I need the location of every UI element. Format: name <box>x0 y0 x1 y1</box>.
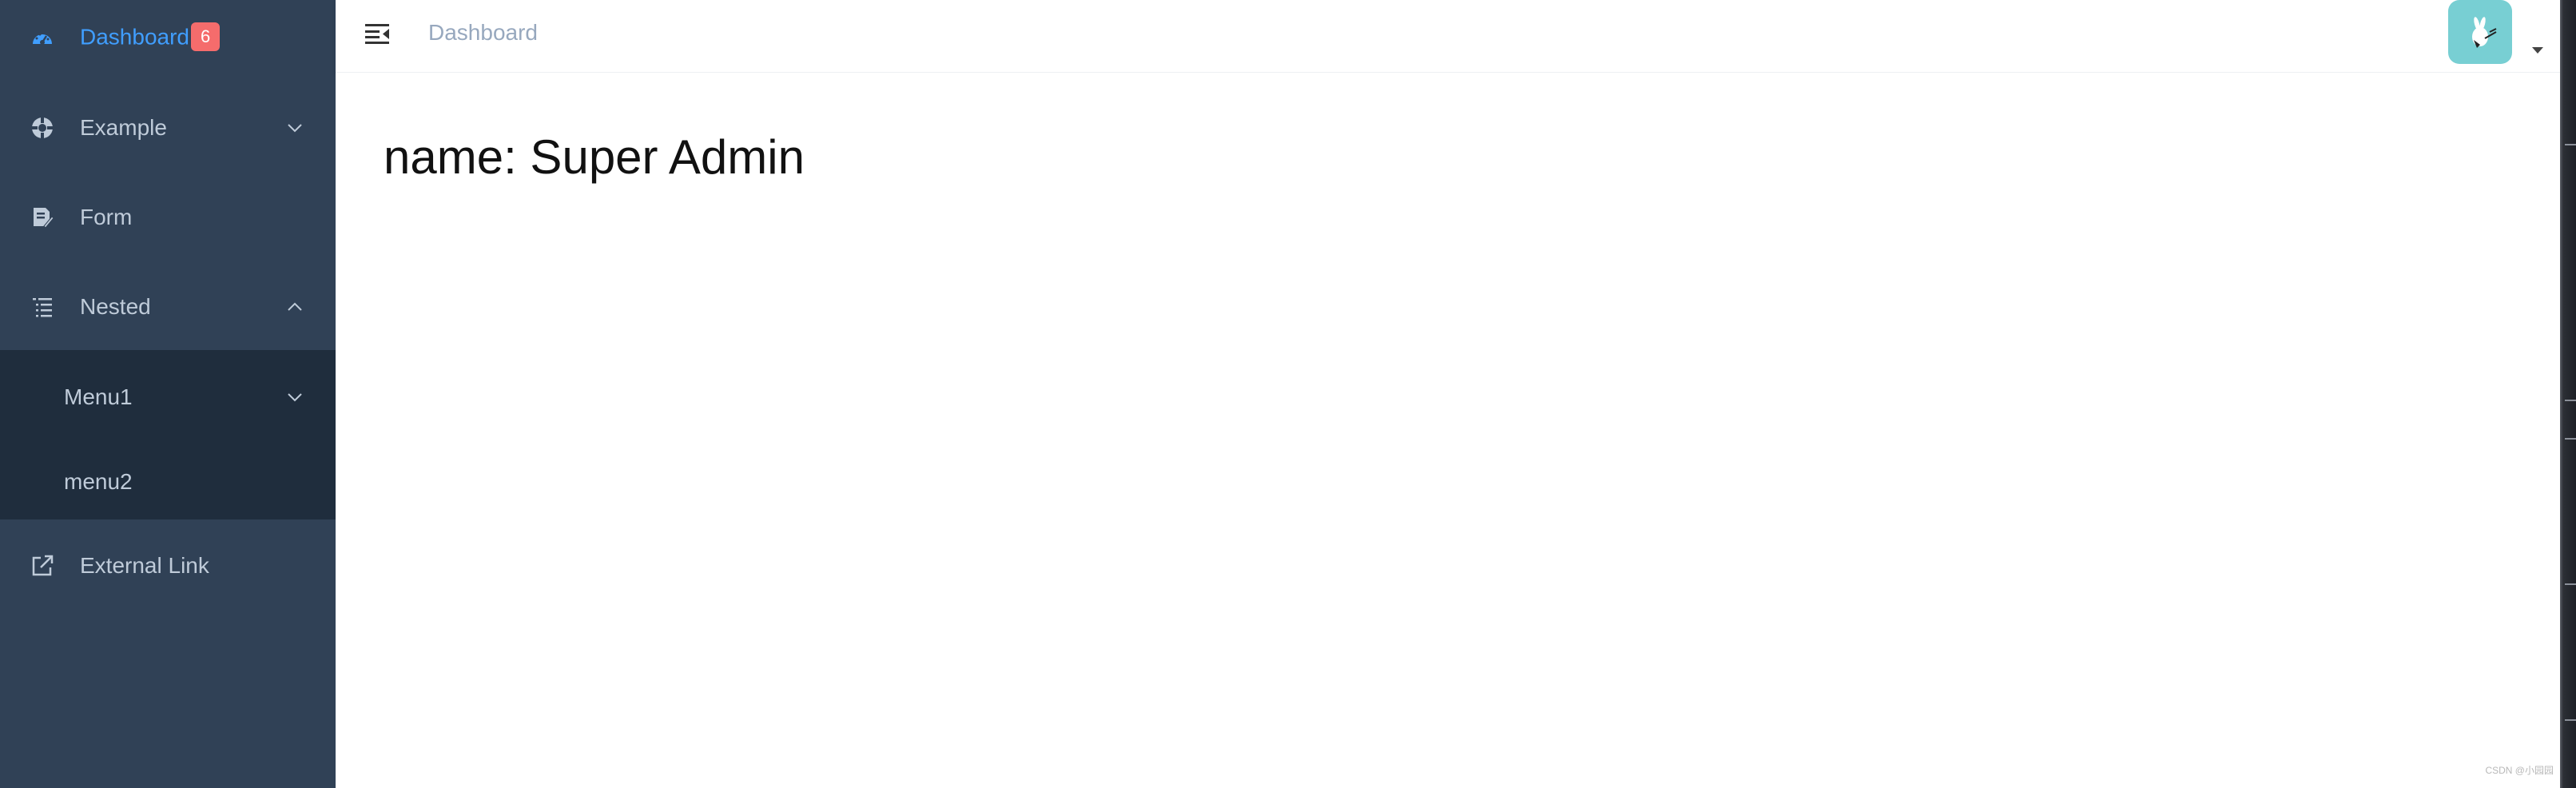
avatar[interactable] <box>2448 0 2512 64</box>
sidebar-item-dashboard[interactable]: Dashboard 6 <box>0 0 336 83</box>
sidebar-item-label: External Link <box>80 553 209 578</box>
sidebar-item-nested[interactable]: Nested <box>0 262 336 352</box>
sidebar-item-example[interactable]: Example <box>0 83 336 173</box>
breadcrumb[interactable]: Dashboard <box>428 19 538 46</box>
sidebar-item-label: Example <box>80 115 167 140</box>
edge-line <box>2565 583 2576 585</box>
sidebar-item-label: Dashboard 6 <box>80 22 221 53</box>
main-content: name: Super Admin <box>336 73 2560 788</box>
dashboard-icon <box>30 26 54 50</box>
app: Dashboard 6 Example Form Nested Menu1 me… <box>0 0 2576 788</box>
form-icon <box>30 205 54 229</box>
dashboard-text: name: Super Admin <box>384 130 805 184</box>
watermark: CSDN @小园园 <box>2485 765 2554 776</box>
nested-icon <box>30 295 54 319</box>
sidebar: Dashboard 6 Example Form Nested Menu1 me… <box>0 0 336 788</box>
submenu-item-label: menu2 <box>64 469 133 494</box>
example-icon <box>30 116 54 140</box>
breadcrumb-item[interactable]: Dashboard <box>428 20 538 45</box>
edge-line <box>2565 400 2576 401</box>
chevron-down-icon <box>286 119 304 137</box>
hamburger-icon[interactable] <box>361 18 393 50</box>
submenu-item-menu1[interactable]: Menu1 <box>0 355 336 440</box>
notification-badge: 6 <box>190 22 221 51</box>
chevron-down-icon <box>286 388 304 406</box>
submenu-item-menu2[interactable]: menu2 <box>0 440 336 524</box>
window-edge <box>2560 0 2576 788</box>
sidebar-item-form[interactable]: Form <box>0 173 336 262</box>
edge-line <box>2565 719 2576 721</box>
caret-down-icon[interactable] <box>2531 45 2544 54</box>
submenu-item-label: Menu1 <box>64 384 133 409</box>
edge-line <box>2565 438 2576 440</box>
chevron-up-icon <box>286 298 304 316</box>
external-link-icon <box>30 554 54 578</box>
edge-line <box>2565 144 2576 145</box>
user-menu[interactable] <box>2448 0 2552 72</box>
sidebar-item-external-link[interactable]: External Link <box>0 521 336 611</box>
sidebar-item-label: Nested <box>80 294 151 319</box>
navbar: Dashboard <box>336 0 2560 73</box>
sidebar-item-label: Form <box>80 205 133 229</box>
